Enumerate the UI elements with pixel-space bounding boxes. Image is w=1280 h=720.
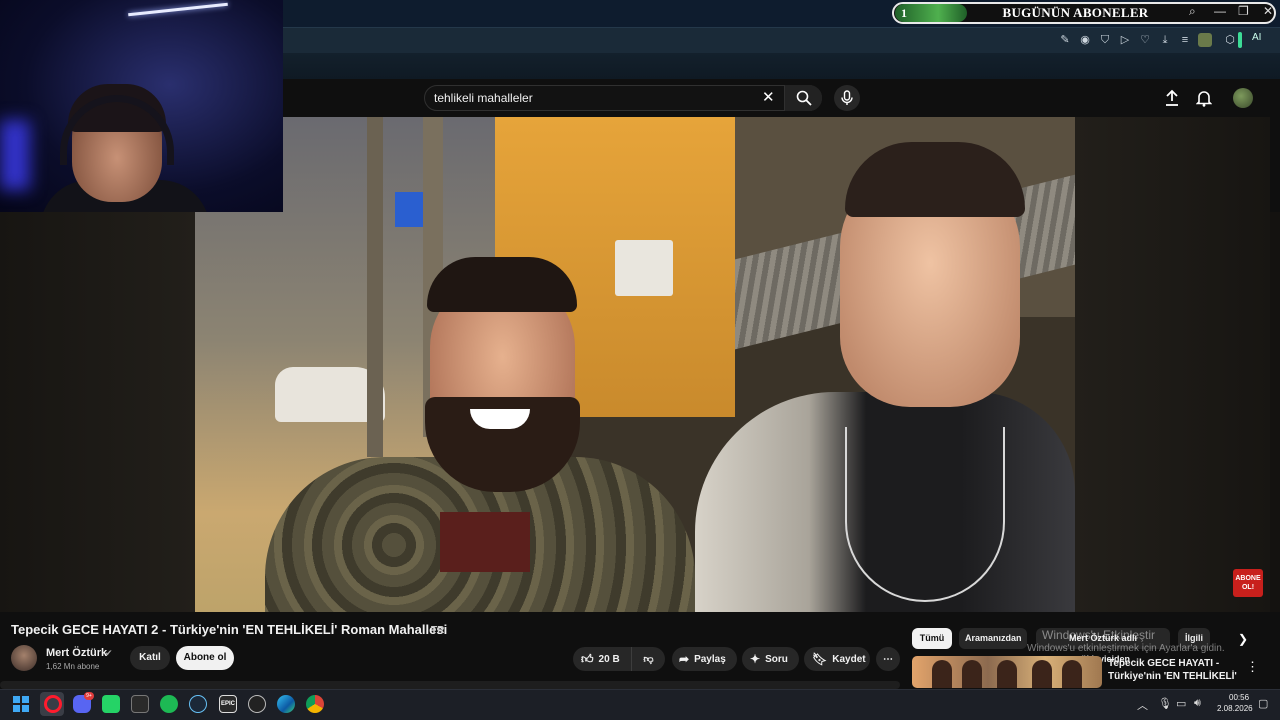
search-query[interactable]: tehlikeli mahalleler: [434, 91, 533, 105]
play-icon[interactable]: ▷: [1118, 33, 1132, 47]
clear-search-icon[interactable]: ✕: [762, 88, 775, 106]
microphone-tray-icon[interactable]: 🎙︎: [1158, 697, 1172, 710]
opera-gx-icon[interactable]: [44, 695, 62, 713]
dislike-button[interactable]: 👎︎: [631, 647, 665, 671]
windows-activation-title: Windows'u Etkinleştir: [1042, 628, 1155, 642]
channel-name[interactable]: Mert Öztürk: [46, 647, 107, 659]
download-icon[interactable]: ⤓: [1158, 33, 1172, 47]
share-icon: ➦: [679, 652, 690, 666]
save-button[interactable]: 🔖︎ Kaydet: [804, 647, 870, 671]
subscribe-watermark-logo[interactable]: ABONE OL!: [1233, 569, 1263, 597]
webcam-overlay: [0, 0, 283, 212]
steam-icon[interactable]: [189, 695, 207, 713]
verified-icon: ✔: [105, 648, 113, 658]
join-button[interactable]: Katıl: [130, 646, 170, 670]
edge-icon[interactable]: [277, 695, 295, 713]
notification-center-icon[interactable]: ▢: [1258, 697, 1268, 710]
edit-icon[interactable]: ✎: [1058, 33, 1072, 47]
search-icon: [796, 90, 812, 106]
more-actions-button[interactable]: ⋯: [876, 647, 900, 671]
share-label: Paylaş: [694, 653, 726, 665]
chevron-right-icon[interactable]: ❯: [1238, 632, 1248, 646]
share-button[interactable]: ➦ Paylaş: [672, 647, 737, 671]
thumbs-up-icon: 👍︎: [581, 651, 594, 666]
rockstar-launcher-icon[interactable]: [248, 695, 266, 713]
description-strip: [0, 681, 900, 689]
subscriber-rank: 1: [895, 4, 967, 22]
extension-icon[interactable]: ⬡: [1223, 33, 1237, 47]
minimize-icon[interactable]: —: [1214, 4, 1226, 18]
ask-button[interactable]: ✦ Soru: [742, 647, 799, 671]
discord-notification-badge: 9+: [84, 692, 94, 700]
video-frame[interactable]: [195, 117, 1075, 612]
save-label: Kaydet: [832, 653, 866, 665]
profile-avatar-icon[interactable]: [1198, 33, 1212, 47]
close-icon[interactable]: ✕: [1263, 4, 1273, 18]
shield-icon[interactable]: ⛉: [1098, 33, 1112, 47]
network-icon[interactable]: ▭: [1176, 697, 1186, 710]
ask-label: Soru: [765, 653, 788, 665]
browser-search-icon[interactable]: ⌕: [1189, 4, 1196, 19]
thumbs-down-icon: 👎︎: [643, 654, 654, 665]
channel-subscribers: 1,62 Mn abone: [46, 662, 100, 671]
account-avatar[interactable]: [1233, 88, 1253, 108]
capcut-icon[interactable]: [131, 695, 149, 713]
epic-games-icon[interactable]: EPIC: [219, 695, 237, 713]
mic-icon: [841, 90, 853, 105]
restore-icon[interactable]: ❐: [1238, 4, 1249, 18]
tray-overflow-icon[interactable]: ︿: [1137, 697, 1148, 713]
windows-start-icon[interactable]: [13, 696, 29, 712]
sparkle-icon: ✦: [750, 652, 761, 666]
menu-icon[interactable]: ≡: [1178, 33, 1192, 47]
recommendation-menu-icon[interactable]: ⋮: [1246, 659, 1259, 675]
bookmarks-strip: [283, 53, 1280, 79]
clock-time[interactable]: 00:56: [1229, 693, 1249, 702]
bookmark-icon: 🔖︎: [812, 652, 828, 666]
volume-icon[interactable]: 🔊︎: [1194, 697, 1201, 710]
voice-search-button[interactable]: [834, 85, 860, 111]
heart-icon[interactable]: ♡: [1138, 33, 1152, 47]
chrome-icon[interactable]: [306, 695, 324, 713]
camera-icon[interactable]: ◉: [1078, 33, 1092, 47]
clock-date[interactable]: 2.08.2026: [1217, 704, 1253, 713]
upload-icon[interactable]: [1164, 89, 1180, 107]
ai-button[interactable]: AI: [1252, 32, 1261, 43]
spotify-icon[interactable]: [160, 695, 178, 713]
chip-from-search[interactable]: Aramanızdan: [959, 628, 1027, 649]
subscriber-title: BUGÜNÜN ABONELER: [1002, 5, 1149, 20]
notifications-bell-icon[interactable]: [1196, 89, 1212, 107]
language-badge: TR: [431, 625, 445, 636]
search-button[interactable]: [784, 85, 822, 111]
subscribe-button[interactable]: Abone ol: [176, 646, 234, 670]
channel-avatar[interactable]: [11, 645, 37, 671]
recommendation-thumbnail[interactable]: [912, 656, 1102, 688]
chip-all[interactable]: Tümü: [912, 628, 952, 649]
like-button[interactable]: 👍︎ 20 B: [573, 647, 631, 671]
windows-activation-subtitle: Windows'u etkinleştirmek için Ayarlar'a …: [1027, 643, 1225, 654]
whatsapp-icon[interactable]: [102, 695, 120, 713]
like-count: 20 B: [598, 653, 620, 665]
video-title: Tepecik GECE HAYATI 2 - Türkiye'nin 'EN …: [11, 622, 448, 637]
player-pillarbox-right: [1075, 117, 1270, 612]
sidebar-indicator: [1238, 32, 1242, 48]
